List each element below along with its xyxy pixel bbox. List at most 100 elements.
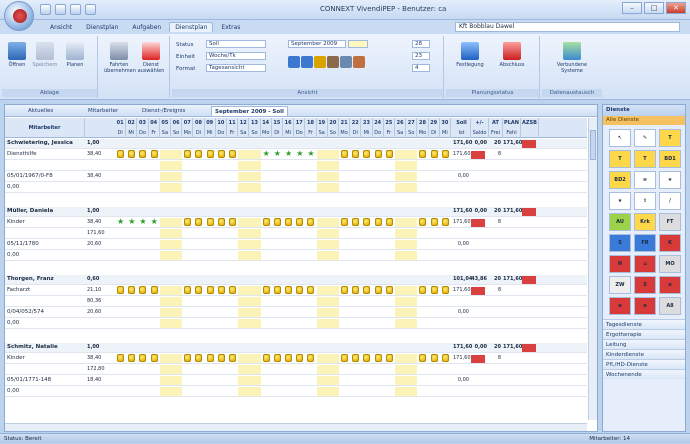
employee-detail-row[interactable]: Facharzt 21,10 171,60 8 — [5, 286, 587, 296]
employee-header-row[interactable]: Schmitz, Natalie 1,00 171,60 0,00 20 171,60 — [5, 343, 587, 353]
employee-detail-row[interactable]: Diensthilfe 38,40 ★ ★ ★ ★ ★ 171,60 8 — [5, 150, 587, 160]
shift-tile[interactable]: S — [634, 276, 656, 294]
employee-detail-row[interactable]: 0,00 — [5, 387, 587, 397]
employee-detail-row[interactable]: 05/01/1771-148 18,40 0,00 — [5, 376, 587, 386]
coin-icon[interactable] — [374, 354, 382, 362]
hammer-icon[interactable] — [340, 56, 352, 68]
coin-icon[interactable] — [441, 218, 449, 226]
coin-icon[interactable] — [117, 354, 124, 362]
tab-extras[interactable]: Extras — [215, 22, 246, 32]
shift-tile[interactable]: K — [659, 234, 681, 252]
save-button[interactable]: Speichern — [32, 42, 58, 68]
book-icon[interactable] — [327, 56, 339, 68]
coin-icon[interactable] — [285, 218, 292, 226]
coin-icon[interactable] — [419, 354, 427, 362]
shift-tile[interactable]: ⊕ — [634, 297, 656, 315]
coin-icon[interactable] — [296, 286, 304, 294]
shift-tile[interactable]: T — [634, 150, 656, 168]
coin-icon[interactable] — [385, 218, 393, 226]
tab-dienstplan[interactable]: Dienstplan — [169, 22, 214, 32]
coin-icon[interactable] — [341, 218, 348, 226]
coin-icon[interactable] — [341, 150, 348, 158]
coin-icon[interactable] — [441, 286, 449, 294]
shift-tile[interactable]: ⇧ — [634, 192, 656, 210]
coin-icon[interactable] — [441, 150, 449, 158]
panel-list-item[interactable]: Tagesdienste — [603, 319, 685, 329]
format-input[interactable]: Tagesansicht — [206, 64, 266, 72]
employee-header-row[interactable]: Thorgen, Franz 0,60 101,04 43,86 20 171,60 — [5, 275, 587, 285]
coin-icon[interactable] — [285, 286, 292, 294]
shift-tile[interactable]: T — [659, 129, 681, 147]
coin-icon[interactable] — [352, 150, 360, 158]
shift-tile[interactable]: ⊕ — [609, 297, 631, 315]
coin-icon[interactable] — [273, 218, 281, 226]
einheit-input[interactable]: Woche/Tk — [206, 52, 266, 60]
coin-icon[interactable] — [217, 218, 225, 226]
undo-icon[interactable] — [55, 4, 66, 15]
sum-icon[interactable] — [314, 56, 326, 68]
coin-icon[interactable] — [307, 354, 315, 362]
arrow-left-icon[interactable] — [288, 56, 300, 68]
employee-detail-row[interactable]: 80,36 — [5, 297, 587, 307]
tab-dienst[interactable]: Dienst-/Ereignis — [139, 106, 188, 116]
shift-tile[interactable]: FR — [634, 234, 656, 252]
star-icon[interactable]: ★ — [274, 150, 281, 158]
shift-tile[interactable]: T — [609, 150, 631, 168]
unit-select[interactable]: Kft Bobblau Dawel — [455, 22, 680, 32]
star-icon[interactable]: ★ — [128, 218, 135, 226]
shift-tile[interactable]: ⌂ — [634, 255, 656, 273]
coin-icon[interactable] — [419, 150, 427, 158]
verbundene-systeme-button[interactable]: Verbundene Systeme — [552, 42, 592, 74]
coin-icon[interactable] — [363, 218, 371, 226]
employee-detail-row[interactable]: 05/11/1780 20,60 0,00 — [5, 240, 587, 250]
star-icon[interactable]: ★ — [139, 218, 146, 226]
minimize-button[interactable]: – — [622, 2, 642, 14]
star-icon[interactable]: ★ — [285, 150, 292, 158]
coin-icon[interactable] — [184, 218, 192, 226]
shift-tile[interactable]: ★ — [659, 171, 681, 189]
app-menu-button[interactable] — [4, 1, 34, 31]
tab-aktuelles[interactable]: Aktuelles — [25, 106, 56, 116]
employee-detail-row[interactable]: 05/01/1967/0-F8 38,40 0,00 — [5, 172, 587, 182]
employee-detail-row[interactable]: 0,00 — [5, 183, 587, 193]
star-icon[interactable]: ★ — [307, 150, 314, 158]
shift-tile[interactable]: ↖ — [609, 129, 631, 147]
coin-icon[interactable] — [150, 354, 158, 362]
employee-detail-row[interactable]: Kinder 38,40 ★ ★ ★ ★ 171,60 8 — [5, 218, 587, 228]
coin-icon[interactable] — [150, 286, 158, 294]
coin-icon[interactable] — [184, 150, 192, 158]
shift-tile[interactable]: BD1 — [659, 150, 681, 168]
coin-icon[interactable] — [419, 218, 427, 226]
panel-filter[interactable]: Alle Dienste — [603, 116, 685, 125]
panel-list-item[interactable]: Leitung — [603, 339, 685, 349]
coin-icon[interactable] — [262, 286, 270, 294]
shift-tile[interactable]: ≡ — [634, 171, 656, 189]
shift-tile[interactable]: Krk — [634, 213, 656, 231]
coin-icon[interactable] — [430, 218, 438, 226]
coin-icon[interactable] — [117, 286, 124, 294]
coin-icon[interactable] — [296, 218, 304, 226]
coin-icon[interactable] — [341, 354, 348, 362]
plan-button[interactable]: Planen — [62, 42, 88, 68]
shift-tile[interactable]: N — [609, 255, 631, 273]
date-picker[interactable] — [347, 40, 368, 48]
star-icon[interactable]: ★ — [117, 218, 124, 226]
shift-tile[interactable]: MO — [659, 255, 681, 273]
star-icon[interactable]: ★ — [263, 150, 270, 158]
coin-icon[interactable] — [285, 354, 292, 362]
coin-icon[interactable] — [430, 286, 438, 294]
employee-detail-row[interactable]: Kinder 38,40 171,60 8 — [5, 354, 587, 364]
coin-icon[interactable] — [195, 354, 203, 362]
coin-icon[interactable] — [184, 354, 192, 362]
coin-icon[interactable] — [363, 286, 371, 294]
panel-list-item[interactable]: Pfl./HD-Dienste — [603, 359, 685, 369]
fahrten-button[interactable]: Fahrten übernehmen — [104, 42, 136, 74]
coin-icon[interactable] — [352, 286, 360, 294]
panel-list-item[interactable]: Kinderdienste — [603, 349, 685, 359]
dienst-auswaehlen-button[interactable]: Dienst auswählen — [136, 42, 166, 74]
employee-detail-row[interactable]: 0,00 — [5, 319, 587, 329]
coin-icon[interactable] — [419, 286, 427, 294]
vertical-scrollbar[interactable] — [588, 118, 597, 420]
status-input[interactable]: Soll — [206, 40, 266, 48]
coin-icon[interactable] — [206, 218, 214, 226]
